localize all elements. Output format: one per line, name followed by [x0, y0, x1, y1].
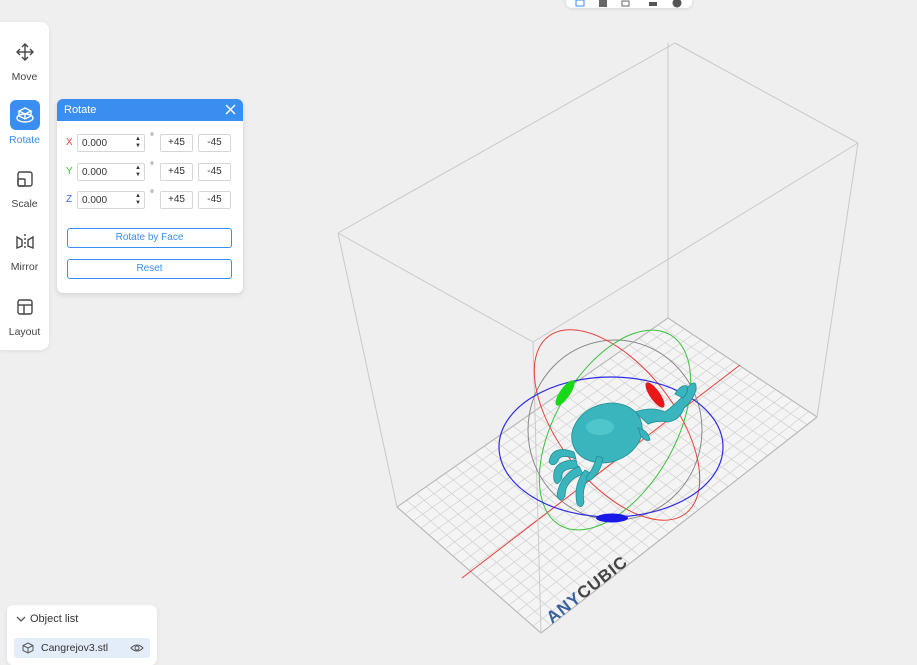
degree-symbol: ° — [150, 132, 154, 143]
tool-label: Move — [11, 71, 38, 83]
build-volume-back-edges — [337, 42, 859, 343]
rotate-z-spinner-icon[interactable]: ▲ ▼ — [134, 193, 142, 208]
cube-icon — [22, 642, 34, 654]
mirror-icon — [10, 227, 40, 257]
object-list-panel: Object list Cangrejov3.stl — [7, 605, 157, 665]
degree-symbol: ° — [150, 189, 154, 200]
tool-label: Mirror — [10, 261, 39, 273]
rotate-y-plus45-button[interactable]: +45 — [160, 163, 193, 181]
rotate-by-face-button[interactable]: Rotate by Face — [67, 228, 232, 248]
view-toolbar — [566, 0, 692, 8]
eye-icon[interactable] — [130, 643, 144, 653]
reset-button[interactable]: Reset — [67, 259, 232, 279]
object-name: Cangrejov3.stl — [41, 642, 109, 654]
view-camera-icon[interactable] — [621, 0, 631, 7]
rotate-y-row: Y 0.000 ▲ ▼ ° +45 -45 — [57, 161, 243, 183]
layout-icon — [10, 292, 40, 322]
close-icon[interactable] — [222, 101, 239, 118]
chevron-down-icon — [16, 616, 26, 623]
rotate-z-row: Z 0.000 ▲ ▼ ° +45 -45 — [57, 189, 243, 211]
print-bed: ANYCUBIC — [396, 317, 818, 634]
tool-rotate[interactable]: Rotate — [0, 100, 49, 158]
rotate-x-spinner-icon[interactable]: ▲ ▼ — [134, 136, 142, 151]
tool-scale[interactable]: Scale — [0, 164, 49, 222]
tool-label: Scale — [11, 198, 38, 210]
view-cube-icon[interactable] — [598, 0, 608, 7]
view-home-icon[interactable] — [575, 0, 585, 7]
left-toolbar: Move Rotate Scale Mirror Layout — [0, 22, 49, 350]
rotate-z-plus45-button[interactable]: +45 — [160, 191, 193, 209]
rotate-panel: Rotate X 0.000 ▲ ▼ ° +45 -45 Y 0.000 ▲ ▼ °… — [57, 99, 243, 293]
tool-label: Layout — [8, 326, 41, 338]
axis-label-x: X — [66, 137, 73, 148]
view-sphere-icon[interactable] — [672, 0, 682, 8]
rotate-y-minus45-button[interactable]: -45 — [198, 163, 231, 181]
rotate-z-minus45-button[interactable]: -45 — [198, 191, 231, 209]
tool-label: Rotate — [9, 134, 40, 146]
tool-move[interactable]: Move — [0, 37, 49, 95]
rotate-x-row: X 0.000 ▲ ▼ ° +45 -45 — [57, 132, 243, 154]
rotate-x-minus45-button[interactable]: -45 — [198, 134, 231, 152]
tool-mirror[interactable]: Mirror — [0, 227, 49, 285]
object-list-item[interactable]: Cangrejov3.stl — [14, 638, 150, 658]
object-list-header[interactable]: Object list — [16, 613, 78, 625]
scale-icon — [10, 164, 40, 194]
rotate-y-spinner-icon[interactable]: ▲ ▼ — [134, 165, 142, 180]
rotate-x-plus45-button[interactable]: +45 — [160, 134, 193, 152]
move-icon — [10, 37, 40, 67]
rotate-icon — [10, 100, 40, 130]
axis-label-z: Z — [66, 194, 73, 205]
axis-label-y: Y — [66, 166, 73, 177]
object-list-title: Object list — [30, 613, 79, 625]
panel-title: Rotate — [64, 104, 97, 116]
rotate-panel-header: Rotate — [57, 99, 243, 121]
degree-symbol: ° — [150, 161, 154, 172]
view-layer-icon[interactable] — [648, 0, 658, 6]
tool-layout[interactable]: Layout — [0, 292, 49, 350]
gizmo-blue-handle[interactable] — [596, 513, 628, 523]
